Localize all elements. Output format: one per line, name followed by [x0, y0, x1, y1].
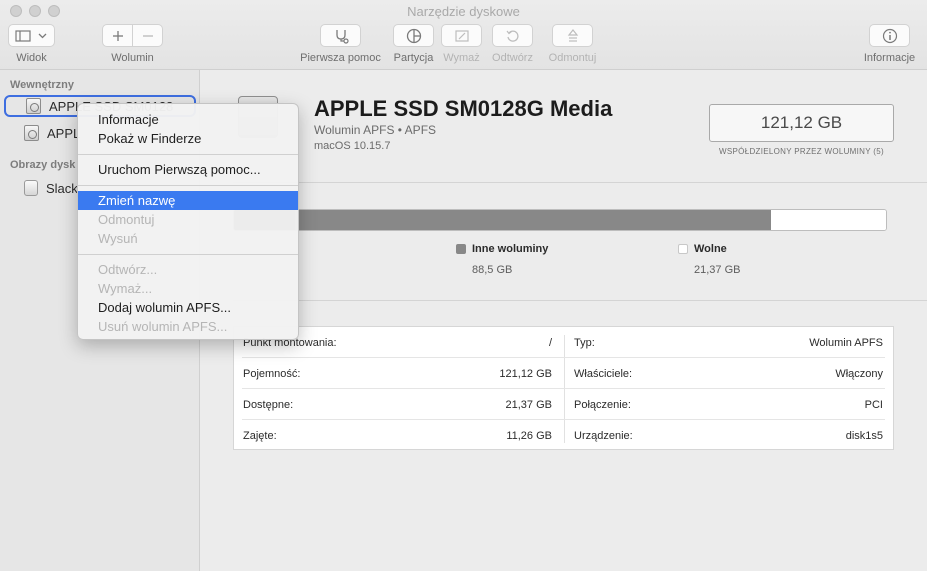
first-aid-button[interactable]: [320, 24, 361, 47]
legend-swatch-free: [678, 244, 688, 254]
erase-icon: [454, 29, 469, 42]
pie-partition-icon: [406, 28, 421, 43]
legend-other-label: Inne woluminy: [472, 243, 549, 255]
erase-button[interactable]: [441, 24, 482, 47]
volume-subtitle: Wolumin APFS • APFS: [314, 123, 437, 137]
legend-free-value: 21,37 GB: [694, 264, 741, 276]
legend-other-volumes: Inne woluminy: [456, 243, 548, 255]
context-menu: Informacje Pokaż w Finderze Uruchom Pier…: [77, 103, 299, 340]
disk-utility-window: Narzędzie dyskowe Widok Wolumin Pierwsza…: [0, 0, 927, 571]
unmount-label: Odmontuj: [548, 52, 597, 64]
first-aid-label: Pierwsza pomoc: [300, 52, 381, 64]
internal-disk-icon: [26, 98, 41, 114]
usage-bar: [233, 209, 887, 231]
divider: [233, 182, 927, 183]
menu-item-rename[interactable]: Zmień nazwę: [78, 191, 298, 210]
legend-free-label: Wolne: [694, 243, 727, 255]
unmount-button[interactable]: [552, 24, 593, 47]
info-key: Połączenie:: [574, 399, 631, 411]
menu-item-show-in-finder[interactable]: Pokaż w Finderze: [78, 129, 298, 148]
info-row: Zajęte: 11,26 GB Urządzenie: disk1s5: [234, 420, 893, 451]
volume-name: APPLE SSD SM0128G Media: [314, 96, 613, 121]
menu-item-eject[interactable]: Wysuń: [78, 229, 298, 248]
disk-image-icon: [24, 180, 38, 196]
menu-item-erase[interactable]: Wymaż...: [78, 279, 298, 298]
toolbar: Narzędzie dyskowe Widok Wolumin Pierwsza…: [0, 0, 927, 70]
volume-os: macOS 10.15.7: [314, 140, 391, 152]
minus-icon: [142, 34, 153, 37]
restore-button[interactable]: [492, 24, 533, 47]
info-key: Urządzenie:: [574, 430, 633, 442]
info-row: Punkt montowania: / Typ: Wolumin APFS: [234, 327, 893, 358]
partition-button[interactable]: [393, 24, 434, 47]
volume-segmented-control: [102, 24, 163, 47]
partition-label: Partycja: [393, 52, 434, 64]
restore-icon: [506, 30, 519, 42]
menu-separator: [78, 254, 298, 255]
info-value: disk1s5: [845, 430, 883, 442]
capacity-value: 121,12 GB: [760, 113, 843, 132]
erase-label: Wymaż: [443, 52, 480, 64]
info-key: Pojemność:: [243, 368, 301, 380]
info-value: PCI: [864, 399, 883, 411]
info-key: Typ:: [574, 337, 595, 349]
menu-item-first-aid[interactable]: Uruchom Pierwszą pomoc...: [78, 160, 298, 179]
legend-swatch-other: [456, 244, 466, 254]
info-table: Punkt montowania: / Typ: Wolumin APFS Po…: [233, 326, 894, 450]
info-key: Dostępne:: [243, 399, 294, 411]
menu-item-unmount[interactable]: Odmontuj: [78, 210, 298, 229]
remove-volume-button[interactable]: [133, 25, 162, 46]
info-value: 121,12 GB: [499, 368, 552, 380]
menu-item-info[interactable]: Informacje: [78, 110, 298, 129]
view-label: Widok: [16, 52, 47, 64]
info-key: Zajęte:: [243, 430, 277, 442]
sidebar-view-icon: [14, 29, 46, 42]
volume-label: Wolumin: [111, 52, 154, 64]
info-value: 21,37 GB: [505, 399, 552, 411]
main-panel: APPLE SSD SM0128G Media Wolumin APFS • A…: [200, 70, 927, 571]
info-row: Dostępne: 21,37 GB Połączenie: PCI: [234, 389, 893, 420]
unmount-icon: [567, 28, 578, 42]
legend-other-value: 88,5 GB: [472, 264, 513, 276]
sidebar-section-images: Obrazy dysk: [10, 159, 76, 171]
internal-disk-icon: [24, 125, 39, 141]
plus-icon: [112, 30, 123, 41]
info-value: 11,26 GB: [506, 430, 552, 442]
info-value: /: [548, 337, 552, 349]
divider: [233, 300, 927, 301]
sidebar-section-internal: Wewnętrzny: [10, 79, 74, 91]
view-button[interactable]: [8, 24, 55, 47]
usage-segment-free: [771, 210, 886, 230]
info-icon: [882, 28, 897, 43]
info-key: Właściciele:: [574, 368, 633, 380]
menu-separator: [78, 185, 298, 186]
stethoscope-icon: [335, 29, 349, 44]
info-value: Włączony: [835, 368, 883, 380]
info-button[interactable]: [869, 24, 910, 47]
sidebar-item-label: APPL: [47, 125, 81, 141]
add-volume-button[interactable]: [103, 25, 132, 46]
sidebar-item-label: Slack: [46, 180, 78, 196]
usage-segment-other: [295, 210, 771, 230]
capacity-box: 121,12 GB: [709, 104, 894, 142]
capacity-caption: WSPÓŁDZIELONY PRZEZ WOLUMINY (5): [719, 147, 884, 156]
menu-item-add-apfs-volume[interactable]: Dodaj wolumin APFS...: [78, 298, 298, 317]
menu-separator: [78, 154, 298, 155]
info-value: Wolumin APFS: [809, 337, 883, 349]
menu-item-restore[interactable]: Odtwórz...: [78, 260, 298, 279]
window-title: Narzędzie dyskowe: [407, 4, 520, 19]
info-label: Informacje: [863, 52, 916, 64]
info-row: Pojemność: 121,12 GB Właściciele: Włączo…: [234, 358, 893, 389]
restore-label: Odtwórz: [492, 52, 533, 64]
menu-item-delete-apfs-volume[interactable]: Usuń wolumin APFS...: [78, 317, 298, 336]
legend-free: Wolne: [678, 243, 727, 255]
